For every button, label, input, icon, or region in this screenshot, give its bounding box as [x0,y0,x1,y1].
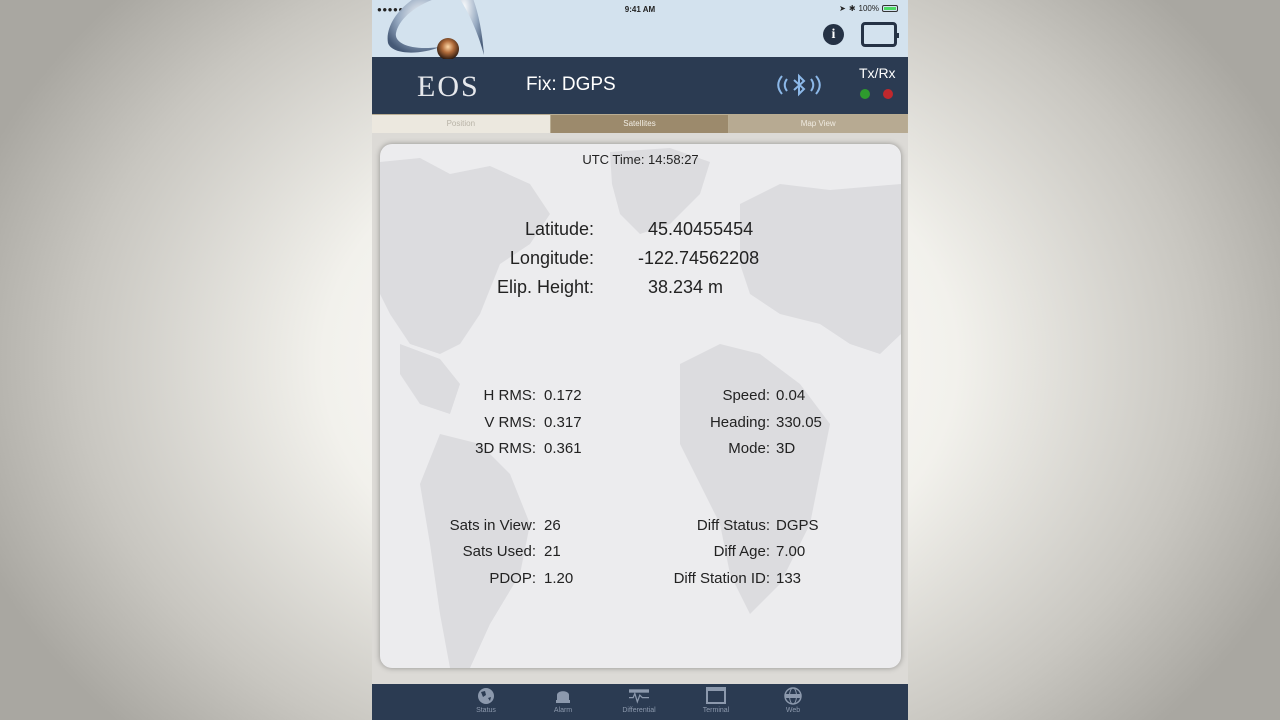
tabbar-item-terminal[interactable]: Terminal [686,684,746,720]
latitude-label: Latitude: [524,219,594,239]
segment-tabs: Position Satellites Map View [372,114,908,133]
alarm-icon [556,691,570,703]
mode-label: Mode: [728,440,770,457]
tab-position[interactable]: Position [372,115,551,133]
tab-map-view[interactable]: Map View [729,115,908,133]
tabbar-label-web: Web [785,707,801,714]
tx-led [860,89,870,99]
height-label: Elip. Height: [496,277,594,297]
logo-text: EOS [417,70,480,103]
heading-value: 330.05 [776,414,822,431]
longitude-value: -122.74562208 [638,248,760,268]
rotate-device-button[interactable] [861,22,899,47]
tabbar-item-alarm[interactable]: Alarm [533,684,593,720]
battery-icon [882,5,898,12]
fix-status: Fix: DGPS [526,74,616,95]
terminal-icon [706,687,726,704]
sats-in-view-label: Sats in View: [449,517,536,534]
h-rms-label: H RMS: [483,387,537,404]
speed-value: 0.04 [776,387,806,404]
pdop-label: PDOP: [489,570,536,587]
v-rms-value: 0.317 [544,414,582,431]
position-card: UTC Time: 14:58:27 Latitude: 45.40455454… [380,144,901,668]
diff-station-value: 133 [776,570,802,587]
tabbar-item-web[interactable]: Web [763,684,823,720]
tabbar-label-alarm: Alarm [553,707,573,714]
web-icon [784,687,802,705]
globe-icon [478,688,494,704]
diff-status-value: DGPS [776,517,819,534]
v-rms-label: V RMS: [484,414,536,431]
diff-status-label: Diff Status: [696,517,770,534]
tabbar-label-differential: Differential [622,707,656,714]
bottom-tab-bar: Status Alarm Differential Terminal Web [372,684,908,720]
bluetooth-icon: ✱ [848,4,856,13]
txrx-label: Tx/Rx [859,65,896,81]
location-icon: ➤ [839,4,846,13]
tabbar-label-terminal: Terminal [702,707,730,714]
status-right: ➤ ✱ 100% [839,4,898,13]
rx-led [883,89,893,99]
ipad-screen: ●●●●● 9:41 AM ➤ ✱ 100% i EOS Fix: DGPS T… [372,0,908,720]
differential-icon [629,689,649,704]
diff-station-label: Diff Station ID: [673,570,770,587]
heading-label: Heading: [709,414,770,431]
sats-used-value: 21 [544,543,561,560]
diff-age-label: Diff Age: [713,543,770,560]
latitude-value: 45.40455454 [648,219,754,239]
sats-used-label: Sats Used: [462,543,536,560]
diff-age-value: 7.00 [776,543,806,560]
info-button[interactable]: i [823,24,844,45]
tabbar-item-differential[interactable]: Differential [609,684,669,720]
tabbar-item-status[interactable]: Status [456,684,516,720]
speed-label: Speed: [722,387,770,404]
tabbar-label-status: Status [476,707,496,714]
height-value: 38.234 m [648,277,724,297]
pdop-value: 1.20 [544,570,574,587]
utc-time: UTC Time: 14:58:27 [582,152,699,167]
h-rms-value: 0.172 [544,387,582,404]
mode-value: 3D [776,440,796,457]
rms3d-value: 0.361 [544,440,582,457]
bluetooth-status-icon[interactable] [776,73,822,97]
battery-percent: 100% [858,4,879,13]
world-map-background [380,148,901,668]
eos-logo-icon [387,0,484,59]
rms3d-label: 3D RMS: [475,440,536,457]
longitude-label: Longitude: [509,248,594,268]
tab-satellites[interactable]: Satellites [550,115,730,133]
sats-in-view-value: 26 [544,517,561,534]
